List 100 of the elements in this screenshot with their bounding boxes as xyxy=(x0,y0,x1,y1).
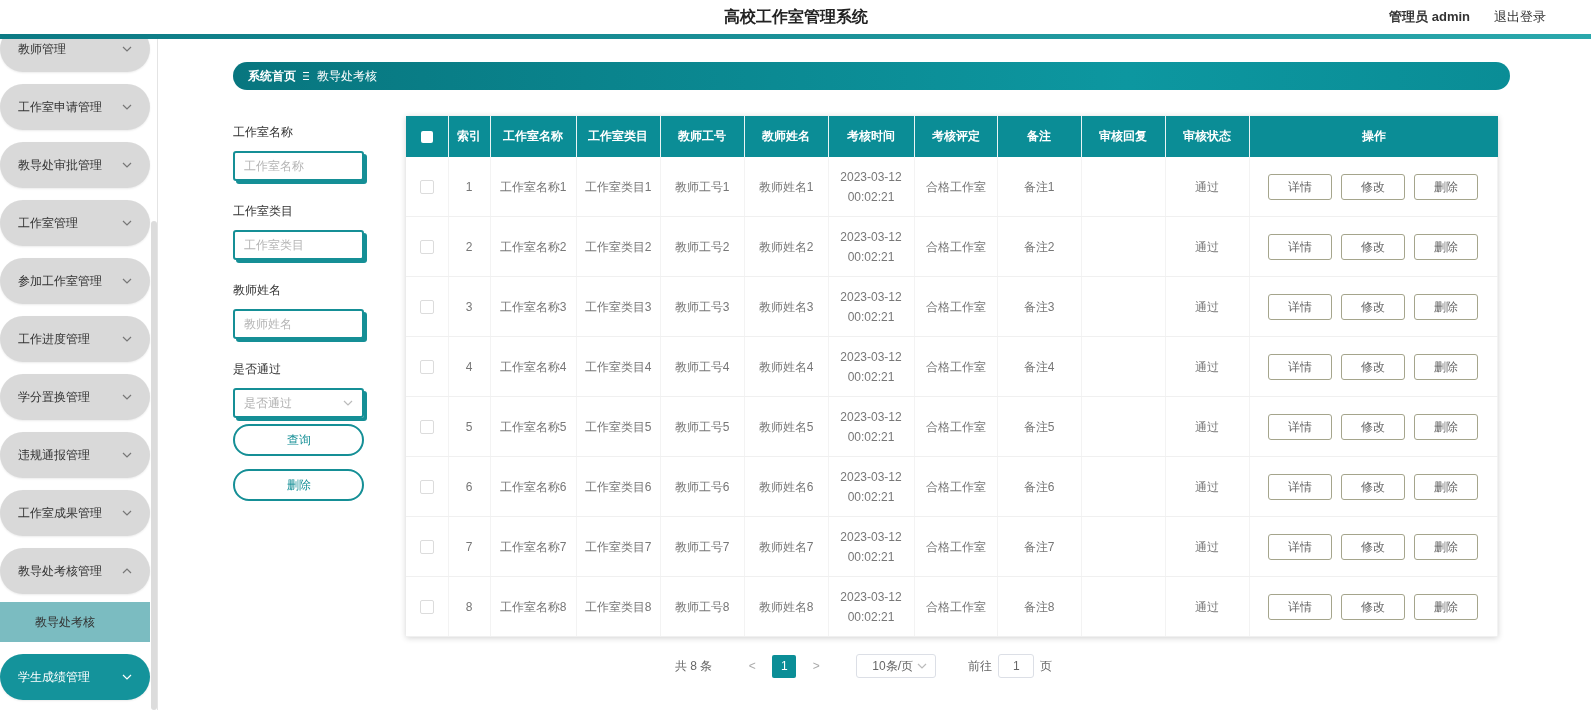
table-cell: 备注1 xyxy=(1023,179,1055,194)
row-checkbox[interactable] xyxy=(419,600,434,615)
table-cell: 教师工号6 xyxy=(674,479,730,494)
sidebar-item[interactable]: 工作室申请管理 xyxy=(0,84,150,130)
sidebar-item[interactable]: 教导处审批管理 xyxy=(0,142,150,188)
sidebar-item[interactable]: 违规通报管理 xyxy=(0,432,150,478)
delete-button[interactable]: 删除 xyxy=(1414,293,1479,320)
table-cell: 通过 xyxy=(1195,479,1219,494)
table-cell: 工作室名称3 xyxy=(499,299,567,314)
chevron-down-icon xyxy=(122,336,132,342)
details-button[interactable]: 详情 xyxy=(1268,353,1333,380)
row-checkbox[interactable] xyxy=(419,300,434,315)
row-checkbox[interactable] xyxy=(419,480,434,495)
edit-button[interactable]: 修改 xyxy=(1341,233,1406,260)
edit-button[interactable]: 修改 xyxy=(1341,473,1406,500)
sidebar-item[interactable]: 工作进度管理 xyxy=(0,316,150,362)
logout-link[interactable]: 退出登录 xyxy=(1494,8,1546,26)
sidebar-item[interactable]: 学分置换管理 xyxy=(0,374,150,420)
sidebar-item[interactable]: 工作室管理 xyxy=(0,200,150,246)
table-cell: 教师工号3 xyxy=(674,299,730,314)
table-cell: 4 xyxy=(465,359,473,374)
delete-button[interactable]: 删除 xyxy=(233,469,364,501)
details-button[interactable]: 详情 xyxy=(1268,533,1333,560)
search-button[interactable]: 查询 xyxy=(233,424,364,456)
details-button[interactable]: 详情 xyxy=(1268,233,1333,260)
table-cell: 工作室类目6 xyxy=(584,479,652,494)
page-size-select[interactable]: 10条/页 xyxy=(856,654,937,678)
edit-button[interactable]: 修改 xyxy=(1341,593,1406,620)
table-cell: 备注8 xyxy=(1023,599,1055,614)
app-title: 高校工作室管理系统 xyxy=(723,7,868,27)
table-cell: 工作室类目5 xyxy=(584,419,652,434)
row-checkbox[interactable] xyxy=(419,420,434,435)
page-button[interactable]: 1 xyxy=(772,654,797,678)
table-cell: 合格工作室 xyxy=(925,239,986,254)
select-all-checkbox[interactable] xyxy=(420,131,433,144)
breadcrumb-link[interactable]: 系统首页 xyxy=(248,67,296,85)
edit-button[interactable]: 修改 xyxy=(1341,173,1406,200)
table-cell: 5 xyxy=(465,419,473,434)
table-cell: 备注4 xyxy=(1023,359,1055,374)
row-checkbox[interactable] xyxy=(419,540,434,555)
separator-icon xyxy=(303,71,310,81)
table-cell: 工作室类目4 xyxy=(584,359,652,374)
table-cell: 工作室名称5 xyxy=(499,419,567,434)
chevron-down-icon xyxy=(122,220,132,226)
filter-label: 是否通过 xyxy=(233,361,282,378)
details-button[interactable]: 详情 xyxy=(1268,473,1333,500)
sidebar-item[interactable]: 工作室成果管理 xyxy=(0,490,150,536)
table-cell: 7 xyxy=(465,539,473,554)
edit-button[interactable]: 修改 xyxy=(1341,533,1406,560)
details-button[interactable]: 详情 xyxy=(1268,413,1333,440)
table-cell: 教师工号4 xyxy=(674,359,730,374)
table-cell: 8 xyxy=(465,599,473,614)
details-button[interactable]: 详情 xyxy=(1268,173,1333,200)
delete-button[interactable]: 删除 xyxy=(1414,593,1479,620)
row-checkbox[interactable] xyxy=(419,240,434,255)
table-cell-text: 2023-03-12 00:02:21 xyxy=(840,408,902,446)
table-cell: 2 xyxy=(465,239,473,254)
table-cell: 教师工号7 xyxy=(674,539,730,554)
delete-button[interactable]: 删除 xyxy=(1414,413,1479,440)
table-cell: 教师工号5 xyxy=(674,419,730,434)
submenu-item[interactable]: 教导处考核 xyxy=(0,602,150,642)
edit-button[interactable]: 修改 xyxy=(1341,353,1406,380)
table-cell: 合格工作室 xyxy=(925,359,986,374)
filter-label: 工作室类目 xyxy=(233,203,294,220)
table-cell: 教师姓名5 xyxy=(758,419,814,434)
input-field[interactable]: 教师姓名 xyxy=(233,309,364,339)
sidebar-item[interactable]: 教导处考核管理 xyxy=(0,548,150,594)
sidebar-item[interactable]: 教师管理 xyxy=(0,39,150,72)
table-cell: 工作室名称6 xyxy=(499,479,567,494)
details-button[interactable]: 详情 xyxy=(1268,593,1333,620)
delete-button[interactable]: 删除 xyxy=(1414,233,1479,260)
delete-button[interactable]: 删除 xyxy=(1414,533,1479,560)
table-cell: 教师姓名6 xyxy=(758,479,814,494)
chevron-up-icon xyxy=(122,568,132,574)
table-cell: 通过 xyxy=(1195,299,1219,314)
table-cell-text: 2023-03-12 00:02:21 xyxy=(840,348,902,386)
sidebar-item[interactable]: 参加工作室管理 xyxy=(0,258,150,304)
column-header: 考核评定 xyxy=(931,129,980,143)
chevron-down-icon xyxy=(917,663,928,669)
row-checkbox[interactable] xyxy=(419,180,434,195)
row-checkbox[interactable] xyxy=(419,360,434,375)
page-input[interactable]: 1 xyxy=(998,654,1035,678)
column-header: 索引 xyxy=(457,129,481,143)
table-cell: 备注5 xyxy=(1023,419,1055,434)
delete-button[interactable]: 删除 xyxy=(1414,173,1479,200)
table-cell: 教师姓名4 xyxy=(758,359,814,374)
edit-button[interactable]: 修改 xyxy=(1341,413,1406,440)
table-cell: 备注2 xyxy=(1023,239,1055,254)
delete-button[interactable]: 删除 xyxy=(1414,473,1479,500)
delete-button[interactable]: 删除 xyxy=(1414,353,1479,380)
table-cell: 工作室类目2 xyxy=(584,239,652,254)
table-cell: 教师姓名1 xyxy=(758,179,814,194)
table-cell: 备注7 xyxy=(1023,539,1055,554)
details-button[interactable]: 详情 xyxy=(1268,293,1333,320)
sidebar-item[interactable]: 学生成绩管理 xyxy=(0,654,150,700)
table-cell: 工作室名称1 xyxy=(499,179,567,194)
input-field[interactable]: 工作室名称 xyxy=(233,151,364,181)
edit-button[interactable]: 修改 xyxy=(1341,293,1406,320)
scrollbar-thumb[interactable] xyxy=(151,221,157,710)
input-field[interactable]: 工作室类目 xyxy=(233,230,364,260)
